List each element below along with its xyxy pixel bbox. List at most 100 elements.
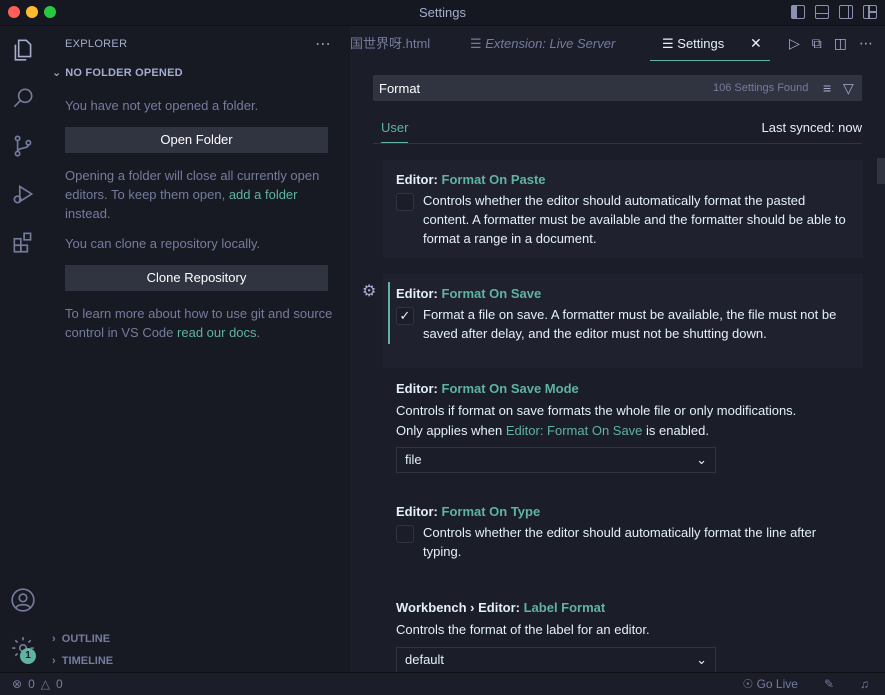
- setting-format-on-save-mode: Editor: Format On Save Mode Controls if …: [383, 381, 863, 481]
- broadcast-icon: ☉: [742, 677, 754, 691]
- setting-title: Editor: Format On Save: [396, 286, 541, 301]
- tab-live-server-label: Extension: Live Server: [485, 36, 616, 51]
- scrollbar[interactable]: [877, 158, 885, 184]
- user-scope-tab[interactable]: User: [381, 120, 409, 143]
- setting-gear-icon[interactable]: ⚙: [362, 281, 376, 301]
- tab-settings[interactable]: ☰ Settings ✕: [650, 26, 770, 61]
- setting-description: Format a file on save. A formatter must …: [423, 307, 837, 341]
- extensions-icon[interactable]: [7, 226, 39, 258]
- period-text: .: [256, 325, 261, 340]
- open-folder-button[interactable]: Open Folder: [65, 127, 328, 153]
- setting-description: Controls if format on save formats the w…: [396, 401, 856, 441]
- notifications-icon[interactable]: ♫: [860, 677, 869, 691]
- run-debug-icon[interactable]: [7, 178, 39, 210]
- explorer-icon[interactable]: [7, 34, 39, 66]
- error-icon: ⊗: [12, 677, 23, 691]
- search-icon[interactable]: [7, 82, 39, 114]
- chevron-right-icon: ›: [52, 633, 56, 645]
- run-icon[interactable]: ▷: [789, 36, 800, 50]
- warning-count: 0: [55, 677, 63, 691]
- tab-live-server[interactable]: ☰ Extension: Live Server: [470, 26, 615, 61]
- label-format-select[interactable]: default ⌄: [396, 647, 716, 673]
- chevron-down-icon: ⌄: [696, 452, 707, 467]
- go-live-button[interactable]: ☉ Go Live: [742, 677, 797, 691]
- tab-html-file[interactable]: 国世界呀.html: [350, 26, 430, 61]
- setting-key: Label Format: [523, 600, 606, 615]
- chevron-down-icon: ⌄: [52, 67, 62, 79]
- settings-found-count: 106 Settings Found: [713, 82, 809, 94]
- read-docs-link[interactable]: read our docs: [177, 325, 257, 340]
- check-icon: ✓: [399, 308, 411, 323]
- no-folder-section[interactable]: ⌄ NO FOLDER OPENED: [52, 66, 183, 79]
- setting-prefix: Editor:: [396, 381, 442, 396]
- toggle-panel-icon[interactable]: [815, 5, 829, 19]
- open-json-icon[interactable]: ⧉: [812, 36, 822, 50]
- timeline-label: TIMELINE: [61, 655, 114, 667]
- filter-icon[interactable]: ▽: [843, 80, 854, 97]
- add-folder-link[interactable]: add a folder: [229, 187, 298, 202]
- setting-title: Editor: Format On Type: [396, 504, 540, 519]
- settings-search-input[interactable]: Format 106 Settings Found ≡ ▽: [373, 75, 862, 101]
- setting-description: Controls whether the editor should autom…: [423, 525, 817, 559]
- timeline-section[interactable]: › TIMELINE: [52, 655, 113, 667]
- preview-icon: ☰: [470, 36, 482, 51]
- scope-bar: User Last synced: now: [373, 111, 862, 144]
- setting-title: Editor: Format On Paste: [396, 172, 546, 187]
- error-count: 0: [28, 677, 35, 691]
- format-on-type-checkbox[interactable]: [396, 525, 414, 543]
- desc-part: is enabled.: [646, 423, 709, 438]
- setting-prefix: Editor:: [396, 286, 442, 301]
- more-actions-icon[interactable]: ⋯: [315, 34, 332, 54]
- accounts-icon[interactable]: [7, 584, 39, 616]
- settings-tab-icon: ☰: [662, 36, 674, 51]
- format-on-save-checkbox[interactable]: ✓: [396, 307, 414, 325]
- search-value[interactable]: Format: [379, 81, 420, 96]
- window-title: Settings: [419, 5, 466, 20]
- desc-part: Controls if format on save formats the w…: [396, 403, 797, 418]
- toggle-secondary-sidebar-icon[interactable]: [839, 5, 853, 19]
- settings-editor: Format 106 Settings Found ≡ ▽ User Last …: [350, 61, 885, 673]
- select-value: default: [405, 652, 445, 667]
- setting-format-on-save: Editor: Format On Save ✓ Format a file o…: [383, 274, 863, 368]
- no-folder-message: You have not yet opened a folder.: [65, 98, 259, 113]
- setting-label-format: Workbench › Editor: Label Format Control…: [383, 600, 863, 673]
- setting-description: Controls whether the editor should autom…: [423, 193, 846, 246]
- editor-tabs: 国世界呀.html ☰ Extension: Live Server ☰ Set…: [350, 26, 885, 61]
- instead-text: instead.: [65, 206, 111, 221]
- problems-status[interactable]: ⊗ 0 △ 0: [12, 677, 63, 691]
- warning-icon: △: [40, 677, 50, 691]
- source-control-icon[interactable]: [7, 130, 39, 162]
- feedback-icon[interactable]: ✎: [824, 677, 834, 691]
- setting-reference-link[interactable]: Editor: Format On Save: [506, 423, 643, 438]
- sidebar-title: EXPLORER: [65, 38, 128, 50]
- activity-bar: 1: [0, 26, 46, 672]
- setting-prefix: Editor:: [396, 172, 442, 187]
- format-on-save-mode-select[interactable]: file ⌄: [396, 447, 716, 473]
- outline-label: OUTLINE: [61, 633, 111, 645]
- setting-key: Format On Save: [441, 286, 542, 301]
- setting-title: Editor: Format On Save Mode: [396, 381, 579, 396]
- clone-message: You can clone a repository locally.: [65, 236, 261, 251]
- clear-filter-icon[interactable]: ≡: [823, 80, 831, 96]
- close-icon[interactable]: ✕: [750, 26, 762, 61]
- setting-key: Format On Paste: [441, 172, 546, 187]
- chevron-down-icon: ⌄: [696, 652, 707, 667]
- setting-format-on-type: Editor: Format On Type Controls whether …: [383, 504, 863, 564]
- customize-layout-icon[interactable]: [863, 5, 877, 19]
- tab-settings-label: Settings: [677, 36, 725, 51]
- section-label: NO FOLDER OPENED: [65, 67, 183, 79]
- sync-status: Last synced: now: [761, 120, 862, 135]
- setting-prefix: Workbench › Editor:: [396, 600, 524, 615]
- split-editor-icon[interactable]: ◫: [834, 36, 847, 50]
- setting-key: Format On Type: [441, 504, 541, 519]
- toggle-primary-sidebar-icon[interactable]: [791, 5, 805, 19]
- clone-repository-button[interactable]: Clone Repository: [65, 265, 328, 291]
- outline-section[interactable]: › OUTLINE: [52, 633, 110, 645]
- focus-indicator: [388, 282, 390, 344]
- chevron-right-icon: ›: [52, 655, 56, 667]
- setting-prefix: Editor:: [396, 504, 442, 519]
- setting-key: Format On Save Mode: [441, 381, 579, 396]
- format-on-paste-checkbox[interactable]: [396, 193, 414, 211]
- more-icon[interactable]: ⋯: [859, 36, 873, 50]
- title-bar: Settings: [0, 0, 885, 26]
